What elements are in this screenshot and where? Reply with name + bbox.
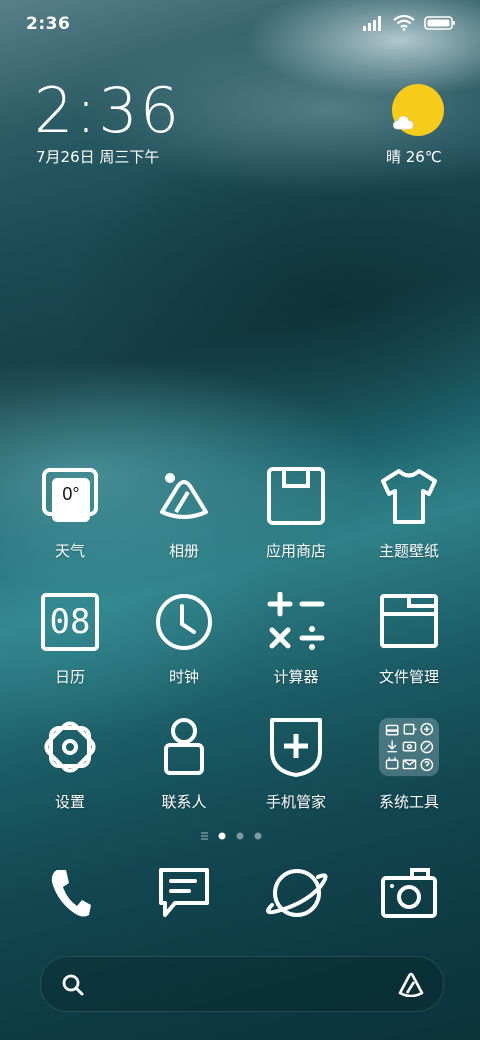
- browser-icon: [266, 869, 328, 917]
- dock-messages[interactable]: [148, 858, 218, 928]
- app-themes[interactable]: 主题壁纸: [353, 466, 465, 561]
- folder-system-tools[interactable]: 系统工具: [353, 717, 465, 812]
- app-security[interactable]: 手机管家: [240, 717, 352, 812]
- app-file-manager[interactable]: 文件管理: [353, 592, 465, 687]
- app-contacts[interactable]: 联系人: [128, 717, 240, 812]
- app-gallery[interactable]: 相册: [128, 466, 240, 561]
- app-label: 计算器: [273, 668, 319, 686]
- app-weather[interactable]: 天气: [14, 466, 126, 561]
- status-bar: 2:36: [0, 0, 480, 50]
- app-label: 相册: [168, 542, 199, 560]
- dock-browser[interactable]: [262, 858, 332, 928]
- app-calculator[interactable]: 计算器: [240, 592, 352, 687]
- gallery-icon: [154, 466, 214, 526]
- page-indicator[interactable]: [200, 828, 280, 842]
- search-icon: [62, 974, 84, 996]
- dock-camera[interactable]: [374, 858, 444, 928]
- page-dot: [236, 832, 244, 840]
- app-app-store[interactable]: 应用商店: [240, 466, 352, 561]
- search-bar[interactable]: [40, 956, 444, 1012]
- dock-phone[interactable]: [36, 858, 106, 928]
- app-label: 主题壁纸: [378, 542, 439, 560]
- settings-icon: [40, 717, 100, 777]
- wifi-icon: [393, 15, 415, 31]
- system-tools-folder-icon: [379, 717, 439, 777]
- security-icon: [266, 717, 326, 777]
- app-label: 时钟: [168, 668, 199, 686]
- cloud-icon: [393, 116, 414, 130]
- app-label: 文件管理: [378, 668, 439, 686]
- app-settings[interactable]: 设置: [14, 717, 126, 812]
- app-label: 设置: [54, 793, 85, 811]
- messages-icon: [159, 868, 209, 917]
- camera-icon: [381, 868, 437, 918]
- app-label: 联系人: [161, 793, 207, 811]
- file-manager-icon: [379, 592, 439, 652]
- status-icons: [362, 15, 456, 31]
- app-store-icon: [266, 466, 326, 526]
- home-screen: 2:36 2:36 7月26日 周三下午 晴 26℃ 天气 0° 相册 应用商店…: [0, 0, 480, 1040]
- battery-icon: [424, 16, 455, 30]
- contacts-icon: [154, 717, 214, 777]
- app-label: 天气: [54, 542, 85, 560]
- app-label: 系统工具: [378, 793, 439, 811]
- widget-date: 7月26日 周三下午: [36, 148, 160, 166]
- page-dot-active: [218, 832, 226, 840]
- widget-clock-time[interactable]: 2:36: [34, 80, 181, 142]
- calendar-day-value: 08: [49, 602, 91, 642]
- app-clock[interactable]: 时钟: [128, 592, 240, 687]
- weather-temp-value: 0°: [62, 484, 80, 504]
- widget-weather-text: 晴 26℃: [386, 148, 442, 166]
- calculator-icon: [266, 592, 326, 652]
- app-label: 应用商店: [265, 542, 326, 560]
- themes-icon: [379, 466, 439, 526]
- clock-icon: [154, 592, 214, 652]
- app-label: 日历: [54, 668, 85, 686]
- page-dot: [254, 832, 262, 840]
- signal-icon: [363, 16, 381, 31]
- phone-icon: [51, 870, 91, 917]
- assistant-icon[interactable]: [397, 971, 425, 997]
- app-label: 手机管家: [265, 793, 326, 811]
- page-list-icon: [201, 832, 208, 840]
- status-time: 2:36: [26, 14, 71, 34]
